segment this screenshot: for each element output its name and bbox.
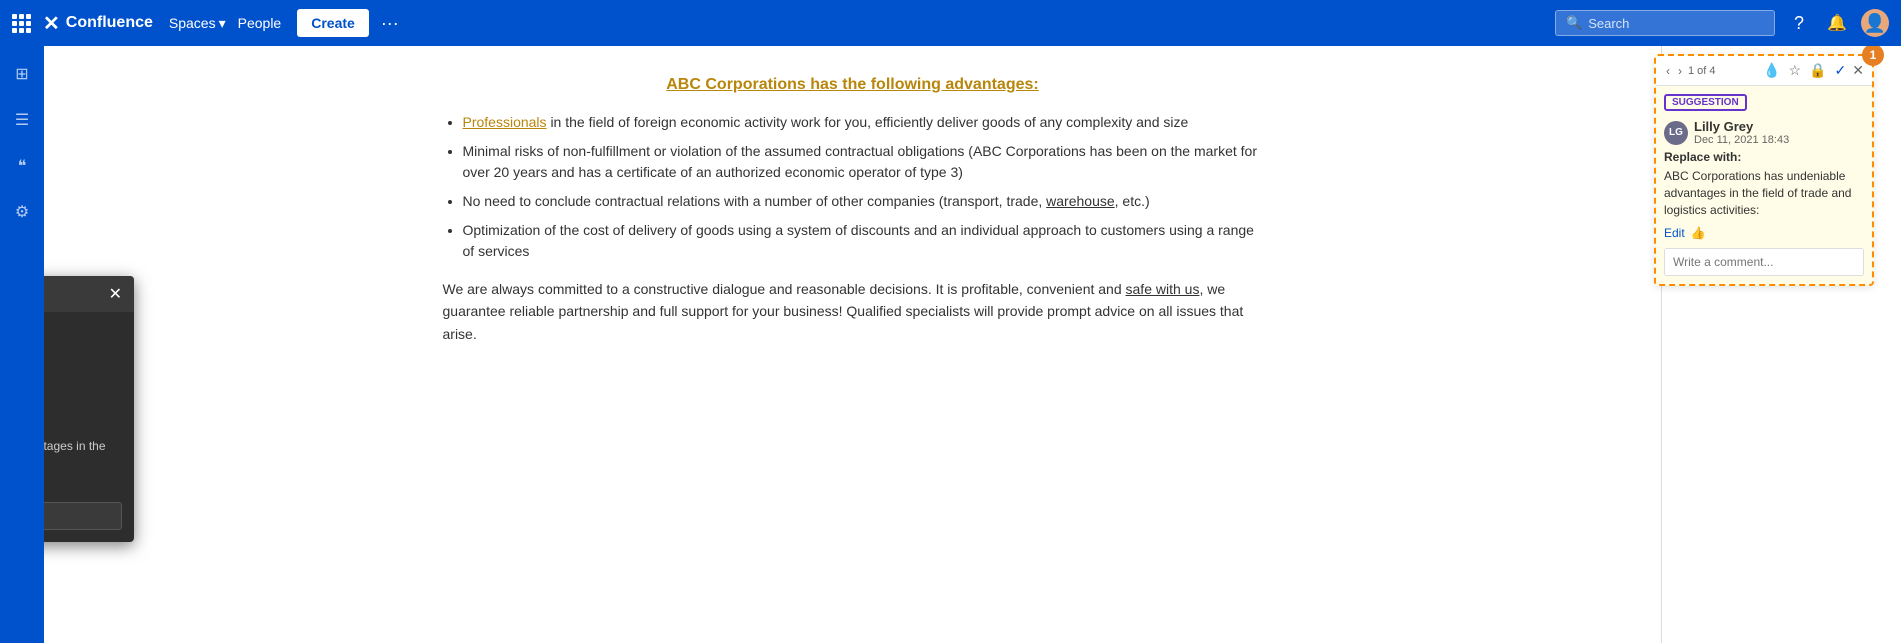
sidebar-pages-icon[interactable]: ☰	[6, 104, 38, 136]
replace-label: Replace with:	[1664, 150, 1864, 164]
help-button[interactable]: ?	[1785, 9, 1813, 37]
spaces-chevron-icon: ▾	[219, 15, 226, 32]
user-avatar[interactable]: 👤	[1861, 9, 1889, 37]
dialog-replace-text: ABC Corporations has undeniable advantag…	[44, 438, 122, 472]
more-options-button[interactable]: ···	[381, 13, 399, 34]
user-details: Lilly Grey Dec 11, 2021 18:43	[1694, 119, 1789, 146]
panel-lock-icon[interactable]: 🔒	[1807, 62, 1828, 79]
dialog-close-button[interactable]: ✕	[109, 284, 122, 304]
search-placeholder: Search	[1588, 16, 1629, 31]
bullet2-text: Minimal risks of non-fulfillment or viol…	[463, 143, 1258, 180]
list-item: Professionals in the field of foreign ec…	[463, 112, 1263, 133]
like-icon[interactable]: 👍	[1691, 226, 1706, 240]
avatar-image: 👤	[1864, 13, 1886, 34]
user-name: Lilly Grey	[1694, 119, 1789, 134]
apps-grid-button[interactable]	[12, 14, 31, 33]
grid-icon	[12, 14, 31, 33]
panel-next-button[interactable]: ›	[1676, 64, 1684, 78]
create-button[interactable]: Create	[297, 9, 369, 37]
confluence-logo[interactable]: ✕ Confluence	[43, 11, 153, 36]
panel-counter: 1 of 4	[1688, 65, 1716, 77]
suggestion-panel: 1 ‹ › 1 of 4 💧 ☆ 🔒 ✓ ✕ SUGGESTION	[1654, 54, 1874, 286]
left-sidebar: ⊞ ☰ ❝ ⚙	[0, 46, 44, 643]
dialog-header: ‹ › Accept suggestion? ✕	[44, 276, 134, 312]
panel-prev-button[interactable]: ‹	[1664, 64, 1672, 78]
spaces-menu[interactable]: Spaces ▾	[169, 15, 226, 32]
people-label: People	[238, 15, 282, 31]
sidebar-comments-icon[interactable]: ❝	[6, 150, 38, 182]
logo-x-icon: ✕	[43, 11, 60, 36]
suggestion-badge-container: SUGGESTION	[1656, 86, 1872, 119]
safe-with-us-link[interactable]: safe with us	[1126, 281, 1200, 297]
panel-droplet-icon[interactable]: 💧	[1761, 62, 1782, 79]
user-row: LG Lilly Grey Dec 11, 2021 18:43	[1664, 119, 1864, 146]
advantages-list: Professionals in the field of foreign ec…	[463, 112, 1263, 262]
main-content-area: ABC Corporations has the following advan…	[44, 46, 1661, 643]
sidebar-home-icon[interactable]: ⊞	[6, 58, 38, 90]
people-link[interactable]: People	[238, 15, 282, 31]
search-icon: 🔍	[1566, 15, 1582, 31]
bullet4-text: Optimization of the cost of delivery of …	[463, 222, 1254, 259]
dialog-user-info: LG Lilly Grey Dec 11, 2021 18:43	[44, 389, 122, 416]
list-item: Minimal risks of non-fulfillment or viol…	[463, 141, 1263, 183]
search-box[interactable]: 🔍 Search	[1555, 10, 1775, 36]
right-panel: 1 ‹ › 1 of 4 💧 ☆ 🔒 ✓ ✕ SUGGESTION	[1661, 46, 1901, 643]
dialog-replace-label: Replace with:	[44, 420, 122, 434]
panel-action-icons: 💧 ☆ 🔒 ✓ ✕	[1761, 62, 1864, 79]
content-wrapper: ABC Corporations has the following advan…	[403, 46, 1303, 375]
suggestion-badge: SUGGESTION	[1664, 94, 1747, 111]
professionals-link[interactable]: Professionals	[463, 114, 547, 130]
bullet3-post: , etc.)	[1115, 193, 1150, 209]
suggestion-panel-header: ‹ › 1 of 4 💧 ☆ 🔒 ✓ ✕	[1656, 56, 1872, 86]
notifications-button[interactable]: 🔔	[1823, 9, 1851, 37]
bell-icon: 🔔	[1827, 13, 1847, 33]
accept-suggestion-dialog: 2 ‹ › Accept suggestion? ✕ Accept Cancel…	[44, 276, 134, 542]
step-badge-1: 1	[1862, 44, 1884, 66]
suggestion-body: LG Lilly Grey Dec 11, 2021 18:43 Replace…	[1656, 119, 1872, 284]
logo-text: Confluence	[66, 14, 153, 32]
spaces-label: Spaces	[169, 15, 216, 31]
user-date: Dec 11, 2021 18:43	[1694, 134, 1789, 146]
replace-text: ABC Corporations has undeniable advantag…	[1664, 168, 1864, 218]
dialog-edit-row: Edit 👍	[44, 480, 122, 494]
panel-navigation: ‹ › 1 of 4	[1664, 64, 1716, 78]
dialog-body: LG Lilly Grey Dec 11, 2021 18:43 Replace…	[44, 381, 134, 542]
sidebar-settings-icon[interactable]: ⚙	[6, 196, 38, 228]
bullet3-pre: No need to conclude contractual relation…	[463, 193, 1047, 209]
list-item: Optimization of the cost of delivery of …	[463, 220, 1263, 262]
list-item: No need to conclude contractual relation…	[463, 191, 1263, 212]
panel-close-button[interactable]: ✕	[1852, 62, 1864, 79]
topnav-right-section: 🔍 Search ? 🔔 👤	[1555, 9, 1889, 37]
dialog-comment-input[interactable]	[44, 502, 122, 530]
page-heading: ABC Corporations has the following advan…	[443, 76, 1263, 94]
bullet1-text: in the field of foreign economic activit…	[550, 114, 1188, 130]
warehouse-highlight: warehouse	[1046, 193, 1115, 209]
dialog-action-buttons: Accept Cancel	[44, 312, 134, 355]
edit-link[interactable]: Edit	[1664, 226, 1685, 240]
user-avatar-small: LG	[1664, 121, 1688, 145]
help-icon: ?	[1794, 13, 1804, 34]
comment-input[interactable]	[1664, 248, 1864, 276]
panel-check-button[interactable]: ✓	[1833, 62, 1849, 79]
edit-row: Edit 👍	[1664, 226, 1864, 240]
main-layout: ⊞ ☰ ❝ ⚙ ABC Corporations has the followi…	[0, 46, 1901, 643]
content-paragraph: We are always committed to a constructiv…	[443, 278, 1263, 345]
panel-star-icon[interactable]: ☆	[1787, 62, 1804, 79]
top-navigation: ✕ Confluence Spaces ▾ People Create ··· …	[0, 0, 1901, 46]
